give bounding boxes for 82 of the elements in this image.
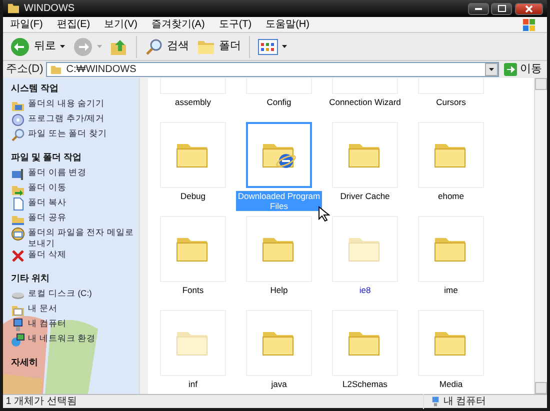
task-link[interactable]: 파일 또는 폴더 찾기 [11, 128, 136, 142]
folder-name[interactable]: Cursors [435, 97, 467, 107]
back-button[interactable]: 뒤로 [7, 36, 68, 58]
folder-name[interactable]: Debug [179, 191, 207, 201]
task-link[interactable]: 내 문서 [11, 303, 136, 317]
minimize-icon [474, 8, 482, 10]
dropdown-button[interactable] [485, 63, 498, 76]
folder-name[interactable]: ime [443, 285, 459, 295]
task-link[interactable]: 내 컴퓨터 [11, 318, 136, 332]
folder-thumbnail[interactable] [246, 122, 312, 188]
folder-name[interactable]: Driver Cache [339, 191, 391, 201]
section-title[interactable]: 기타 위치 [11, 273, 136, 284]
folder-name[interactable]: Config [266, 97, 292, 107]
caret-icon [489, 68, 494, 71]
close-button[interactable] [515, 2, 543, 14]
folder-name[interactable]: assembly [174, 97, 212, 107]
task-link[interactable]: 폴더 삭제 [11, 249, 136, 263]
address-field[interactable]: C:₩WINDOWS [46, 62, 499, 77]
section-title[interactable]: 시스템 작업 [11, 83, 136, 94]
menu-item[interactable]: 도구(T) [212, 17, 259, 32]
folder-name[interactable]: L2Schemas [342, 379, 388, 389]
task-link[interactable]: 폴더 공유 [11, 212, 136, 226]
close-icon [525, 4, 533, 12]
search-icon [145, 38, 163, 56]
windows-logo-icon [522, 18, 536, 32]
envelope-icon [11, 227, 25, 241]
menu-item[interactable]: 파일(F) [3, 17, 50, 32]
folder-icon [50, 64, 62, 74]
go-button[interactable]: 이동 [502, 61, 544, 78]
network-icon [11, 333, 25, 347]
maximize-button[interactable] [491, 2, 512, 14]
document-icon [11, 197, 25, 211]
rename-icon [11, 167, 25, 181]
folder-icon [197, 38, 215, 54]
delete-icon [11, 249, 25, 263]
maximize-icon [498, 5, 506, 12]
task-link[interactable]: 프로그램 추가/제거 [11, 113, 136, 127]
minimize-button[interactable] [468, 2, 488, 14]
folder-name[interactable]: ie8 [358, 285, 372, 295]
search-button[interactable]: 검색 [142, 36, 192, 56]
folder-up-icon [110, 38, 128, 56]
caret-icon [60, 45, 65, 48]
menu-item[interactable]: 보기(V) [97, 17, 144, 32]
go-arrow-icon [504, 63, 517, 76]
menu-item[interactable]: 편집(E) [50, 17, 98, 32]
caret-icon [282, 45, 287, 48]
folder-icon [7, 3, 20, 14]
caret-icon [97, 45, 102, 48]
task-link[interactable]: 폴더 복사 [11, 197, 136, 211]
menu-item[interactable]: 도움말(H) [258, 17, 316, 32]
section-title[interactable]: 자세히 [11, 357, 136, 368]
task-link[interactable]: 폴더 이동 [11, 182, 136, 196]
folder-name[interactable]: Fonts [181, 285, 205, 295]
task-link[interactable]: 폴더 이름 변경 [11, 167, 136, 181]
computer-icon [430, 396, 440, 407]
task-link[interactable]: 폴더의 내용 숨기기 [11, 98, 136, 112]
window-title: WINDOWS [24, 2, 75, 16]
scroll-up-button[interactable] [535, 78, 547, 90]
folders-button[interactable]: 폴더 [194, 37, 244, 56]
cd-icon [11, 113, 25, 127]
status-text: 1 개체가 선택됨 [4, 395, 78, 409]
folder-name[interactable]: java [270, 379, 288, 389]
menu-item[interactable]: 즐겨찾기(A) [144, 17, 212, 32]
folder-name[interactable]: Help [269, 285, 289, 295]
documents-icon [11, 303, 25, 317]
address-label: 주소(D) [6, 62, 44, 78]
task-link[interactable]: 내 네트워크 환경 [11, 333, 136, 347]
views-icon [258, 38, 278, 54]
status-location: 내 컴퓨터 [443, 395, 486, 409]
scroll-down-button[interactable] [535, 382, 547, 394]
task-link[interactable]: 폴더의 파일을 전자 메일로 보내기 [11, 227, 136, 248]
folder-name[interactable]: Media [438, 379, 464, 389]
mouse-pointer-icon [318, 206, 330, 222]
folder-name[interactable]: Connection Wizard [328, 97, 402, 107]
computer-icon [11, 318, 25, 332]
folder-name[interactable]: inf [188, 379, 198, 389]
section-title[interactable]: 파일 및 폴더 작업 [11, 152, 136, 163]
folder-name[interactable]: ehome [437, 191, 465, 201]
task-link[interactable]: 로컬 디스크 (C:) [11, 288, 136, 302]
scrollbar[interactable] [139, 78, 148, 394]
search-icon [11, 128, 25, 142]
views-button[interactable] [255, 38, 290, 56]
